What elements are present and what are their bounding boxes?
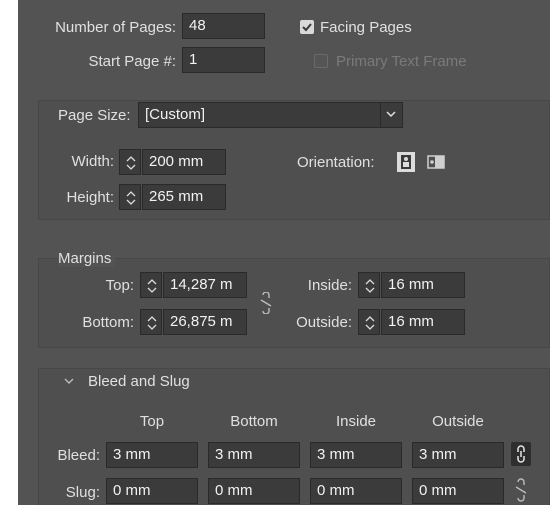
- margin-top-label: Top:: [105, 277, 134, 294]
- slug-bottom-field[interactable]: 0 mm: [208, 478, 300, 504]
- broken-link-icon[interactable]: [512, 478, 530, 502]
- margin-inside-label: Inside:: [307, 277, 352, 294]
- start-page-field[interactable]: 1: [182, 47, 265, 73]
- primary-text-frame-label: Primary Text Frame: [336, 53, 467, 70]
- column-header-outside: Outside: [432, 413, 484, 430]
- start-page-label: Start Page #:: [88, 53, 176, 70]
- bleed-inside-field[interactable]: 3 mm: [310, 442, 402, 468]
- portrait-orientation-icon[interactable]: [397, 152, 415, 172]
- width-stepper[interactable]: [119, 149, 141, 175]
- stepper-arrows-icon: [126, 156, 136, 170]
- margin-outside-stepper[interactable]: [358, 309, 380, 335]
- chevron-down-icon[interactable]: [62, 374, 76, 388]
- slug-label: Slug:: [65, 484, 100, 501]
- height-field[interactable]: 265 mm: [142, 184, 226, 210]
- facing-pages-checkbox[interactable]: [300, 20, 314, 34]
- bleed-slug-title: Bleed and Slug: [88, 373, 190, 390]
- margin-inside-stepper[interactable]: [358, 272, 380, 298]
- column-header-top: Top: [139, 413, 165, 430]
- margin-bottom-label: Bottom:: [82, 314, 134, 331]
- stepper-arrows-icon: [365, 279, 375, 293]
- stepper-arrows-icon: [147, 279, 157, 293]
- column-header-bottom: Bottom: [230, 413, 278, 430]
- margin-top-stepper[interactable]: [140, 272, 162, 298]
- number-of-pages-field[interactable]: 48: [182, 13, 265, 39]
- stepper-arrows-icon: [147, 316, 157, 330]
- column-header-inside: Inside: [335, 413, 377, 430]
- slug-outside-field[interactable]: 0 mm: [412, 478, 504, 504]
- checkmark-icon: [302, 23, 312, 32]
- bleed-label: Bleed:: [57, 447, 100, 464]
- margins-title: Margins: [58, 250, 116, 267]
- height-stepper[interactable]: [119, 184, 141, 210]
- bleed-bottom-field[interactable]: 3 mm: [208, 442, 300, 468]
- orientation-label: Orientation:: [297, 154, 375, 171]
- page-size-dropdown[interactable]: [Custom]: [138, 102, 403, 128]
- stepper-arrows-icon: [365, 316, 375, 330]
- page-size-label: Page Size:: [58, 107, 131, 124]
- slug-top-field[interactable]: 0 mm: [106, 478, 198, 504]
- chevron-down-icon[interactable]: [380, 102, 402, 128]
- link-icon[interactable]: [511, 442, 531, 466]
- margin-top-field[interactable]: 14,287 m: [163, 272, 247, 298]
- landscape-orientation-icon[interactable]: [427, 153, 445, 173]
- margins-group: [38, 258, 550, 348]
- margin-bottom-stepper[interactable]: [140, 309, 162, 335]
- margin-bottom-field[interactable]: 26,875 m: [163, 309, 247, 335]
- margin-outside-field[interactable]: 16 mm: [381, 309, 465, 335]
- bleed-outside-field[interactable]: 3 mm: [412, 442, 504, 468]
- primary-text-frame-checkbox[interactable]: [314, 54, 328, 68]
- facing-pages-label: Facing Pages: [320, 19, 412, 36]
- height-label: Height:: [66, 189, 114, 206]
- margin-outside-label: Outside:: [296, 314, 352, 331]
- stepper-arrows-icon: [126, 191, 136, 205]
- broken-link-icon[interactable]: [257, 291, 275, 315]
- width-field[interactable]: 200 mm: [142, 149, 226, 175]
- width-label: Width:: [71, 153, 114, 170]
- new-document-panel: Number of Pages: 48 Start Page #: 1 Faci…: [18, 0, 550, 505]
- margin-inside-field[interactable]: 16 mm: [381, 272, 465, 298]
- number-of-pages-label: Number of Pages:: [55, 19, 176, 36]
- slug-inside-field[interactable]: 0 mm: [310, 478, 402, 504]
- bleed-top-field[interactable]: 3 mm: [106, 442, 198, 468]
